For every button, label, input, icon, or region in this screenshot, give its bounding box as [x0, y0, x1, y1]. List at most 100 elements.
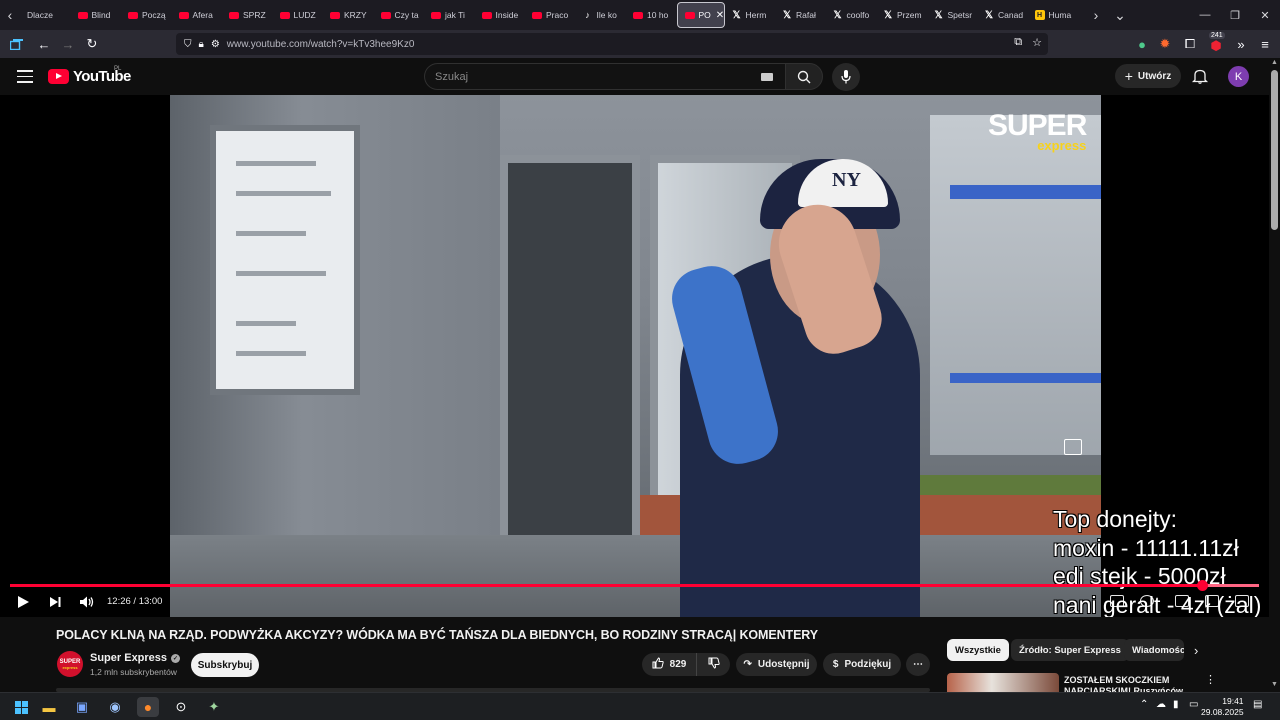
page-scrollbar[interactable]: ▲ ▼: [1269, 58, 1280, 692]
miniplayer-icon[interactable]: [1175, 595, 1189, 607]
lock-icon[interactable]: 🔒︎: [199, 39, 204, 50]
file-explorer-icon[interactable]: ▬: [38, 697, 60, 717]
close-window-button[interactable]: ✕: [1250, 0, 1280, 30]
like-button[interactable]: 829: [642, 653, 696, 676]
browser-tab[interactable]: 𝕏 Herm: [725, 2, 776, 28]
minimize-button[interactable]: —: [1190, 0, 1220, 30]
windows-start-icon[interactable]: [10, 697, 32, 717]
share-button[interactable]: ↷ Udostępnij: [736, 653, 817, 676]
tabs-scroll-right-button[interactable]: ›: [1086, 0, 1106, 30]
search-box[interactable]: [424, 63, 785, 90]
recommended-video-thumbnail[interactable]: [947, 673, 1059, 693]
notifications-bell-icon[interactable]: [1191, 67, 1209, 85]
tabs-scroll-left-button[interactable]: ‹: [0, 0, 20, 30]
more-actions-icon[interactable]: ⋯: [906, 653, 930, 676]
network-icon[interactable]: ▮: [1173, 699, 1179, 710]
url-text[interactable]: www.youtube.com/watch?v=kTv3hee9Kz0: [227, 39, 415, 50]
onedrive-icon[interactable]: ☁: [1156, 699, 1166, 710]
miniplayer-expand-icon[interactable]: [1064, 439, 1082, 455]
chip-source[interactable]: Źródło: Super Express: [1011, 639, 1129, 661]
browser-tab[interactable]: 10 ho: [626, 2, 677, 28]
browser-tab[interactable]: jak Ti: [424, 2, 475, 28]
browser-tab[interactable]: H Huma: [1028, 2, 1079, 28]
back-button[interactable]: ←: [32, 32, 56, 56]
shield-icon[interactable]: ⛉: [184, 39, 192, 50]
browser-tab[interactable]: SPRZ: [222, 2, 273, 28]
browser-tab[interactable]: Afera: [172, 2, 223, 28]
create-button[interactable]: + Utwórz: [1115, 64, 1181, 88]
extension-shield-icon[interactable]: ●: [1130, 32, 1154, 56]
firefox-icon[interactable]: ●: [137, 697, 159, 717]
scrollbar-thumb[interactable]: [1271, 70, 1278, 230]
settings-gear-icon[interactable]: [1140, 595, 1154, 607]
browser-tab[interactable]: 𝕏coolfo: [826, 2, 877, 28]
browser-tab[interactable]: 𝕏 Przem: [876, 2, 927, 28]
permissions-icon[interactable]: ⚙︎: [211, 39, 220, 50]
account-avatar[interactable]: K: [1228, 66, 1249, 87]
browser-tab[interactable]: KRZY: [323, 2, 374, 28]
notifications-center-icon[interactable]: ▤: [1253, 699, 1262, 710]
fullscreen-icon[interactable]: [1235, 595, 1249, 607]
browser-tab[interactable]: ♪ Ile ko: [576, 2, 627, 28]
browser-tab[interactable]: Począ: [121, 2, 172, 28]
overflow-chevron-icon[interactable]: »: [1229, 32, 1253, 56]
steam-icon[interactable]: ◉: [104, 697, 126, 717]
browser-tab[interactable]: Praco: [525, 2, 576, 28]
subscribe-button[interactable]: Subskrybuj: [191, 653, 259, 677]
tab-label: jak Ti: [445, 10, 465, 20]
theater-mode-icon[interactable]: [1205, 595, 1219, 607]
speaker-icon[interactable]: ▭: [1189, 699, 1198, 710]
progress-bar-remaining[interactable]: [1202, 584, 1259, 587]
browser-tab[interactable]: 𝕏 Canad: [977, 2, 1028, 28]
chip-news[interactable]: Wiadomości: [1124, 639, 1184, 661]
search-button[interactable]: [785, 63, 823, 90]
voice-search-button[interactable]: [832, 63, 860, 91]
browser-tab[interactable]: 𝕏 Rafał: [775, 2, 826, 28]
chips-next-icon[interactable]: ›: [1194, 643, 1198, 658]
channel-name[interactable]: Super Express ✓: [90, 652, 181, 664]
extension-icon[interactable]: ✹: [1153, 32, 1177, 56]
extensions-puzzle-icon[interactable]: ⧠: [1178, 32, 1202, 56]
video-frame[interactable]: NY SUPER express: [170, 95, 1101, 617]
search-input[interactable]: [435, 70, 735, 83]
channel-avatar[interactable]: SUPER express: [57, 651, 83, 677]
url-bar[interactable]: ⛉ 🔒︎ ⚙︎ www.youtube.com/watch?v=kTv3hee9…: [176, 33, 1048, 55]
play-button[interactable]: [16, 593, 30, 611]
browser-tab[interactable]: 𝕏 Spetsr: [927, 2, 978, 28]
scroll-up-icon[interactable]: ▲: [1271, 59, 1278, 66]
browser-tab[interactable]: Blind: [71, 2, 122, 28]
forward-button[interactable]: →: [56, 32, 80, 56]
browser-tab-active[interactable]: PO ✕: [676, 2, 725, 28]
restore-button[interactable]: ❐: [1220, 0, 1250, 30]
recommended-more-icon[interactable]: ⋮: [1205, 673, 1216, 686]
browser-tab[interactable]: LUDZ: [273, 2, 324, 28]
picture-in-picture-icon[interactable]: ⧉: [1014, 36, 1022, 49]
browser-tab[interactable]: Dlacze: [20, 2, 71, 28]
sidebar-toggle-icon[interactable]: [4, 32, 28, 56]
progress-bar[interactable]: [10, 584, 1259, 587]
subtitles-icon[interactable]: [1110, 595, 1124, 607]
browser-tab[interactable]: Czy ta: [374, 2, 425, 28]
dislike-button[interactable]: [696, 653, 730, 676]
guide-menu-icon[interactable]: [17, 70, 33, 87]
reload-button[interactable]: ↻: [80, 32, 104, 56]
bookmark-star-icon[interactable]: ☆: [1032, 36, 1042, 49]
browser-tab[interactable]: Inside: [475, 2, 526, 28]
tab-list-dropdown-button[interactable]: ⌄: [1110, 0, 1130, 30]
thanks-button[interactable]: $ Podziękuj: [823, 653, 901, 676]
chip-all[interactable]: Wszystkie: [947, 639, 1009, 661]
obs-icon[interactable]: ⊙: [170, 697, 192, 717]
remote-desktop-icon[interactable]: ▣: [71, 697, 93, 717]
channel-name-text[interactable]: Super Express: [90, 652, 167, 664]
app-menu-icon[interactable]: ≡: [1253, 32, 1277, 56]
volume-button[interactable]: [79, 593, 95, 611]
tab-label: Huma: [1048, 10, 1072, 20]
next-button[interactable]: [48, 593, 62, 611]
tab-close-icon[interactable]: ✕: [716, 10, 724, 21]
app-icon[interactable]: ✦: [203, 697, 225, 717]
system-clock[interactable]: 19:41 29.08.2025: [1201, 696, 1244, 718]
scroll-down-icon[interactable]: ▼: [1271, 681, 1278, 688]
keyboard-icon[interactable]: [761, 73, 773, 81]
tray-chevron-icon[interactable]: ⌃: [1140, 699, 1148, 710]
video-player[interactable]: NY SUPER express Top donejty: moxin - 11…: [0, 95, 1269, 617]
